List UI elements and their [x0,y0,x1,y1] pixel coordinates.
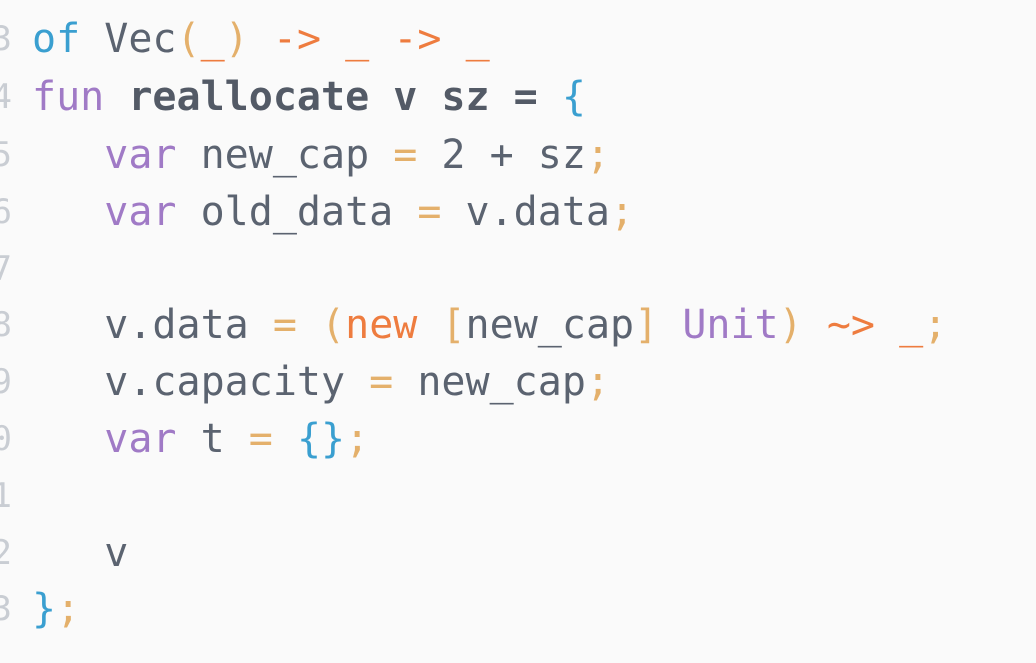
equals-operator: = [393,132,418,178]
line-number: 3 [0,589,12,629]
semicolon: ; [585,359,610,405]
paren: ( [176,16,201,62]
wildcard: _ [345,16,370,62]
line-number: 0 [0,419,12,459]
bracket: ] [634,302,659,348]
equals-operator: = [272,302,297,348]
keyword-var: var [104,189,177,235]
keyword-var: var [104,132,177,178]
line-number: 6 [0,192,12,232]
paren: ( [321,302,346,348]
semicolon: ; [585,132,611,178]
paren: ) [224,16,249,62]
code-line[interactable]: v.data = (new [new_cap] Unit) ~> _; [32,296,947,354]
wildcard: _ [200,16,225,62]
semicolon: ; [923,302,948,348]
code-line[interactable]: var new_cap = 2 + sz; [32,126,610,184]
equals-operator: = [417,189,442,235]
keyword-new: new [345,302,418,348]
return-value: v [104,530,129,576]
line-number: 1 [0,476,12,516]
keyword-of: of [32,16,81,62]
assignment-target: v.capacity [104,359,370,405]
code-line[interactable]: v.capacity = new_cap; [32,353,610,411]
line-number: 3 [0,19,12,59]
expression: v.data [441,189,611,235]
arrow-operator: -> [393,16,442,62]
line-number: 9 [0,362,12,402]
brace: {} [296,416,346,462]
semicolon: ; [345,416,370,462]
arrow-operator: -> [272,16,322,62]
code-line[interactable]: var t = {}; [32,410,369,468]
code-line[interactable]: of Vec(_) -> _ -> _ [32,10,490,68]
equals-operator: = [369,359,394,405]
keyword-var: var [104,416,177,462]
semicolon: ; [56,586,81,632]
function-declaration: reallocate v sz = [104,74,562,120]
line-number: 2 [0,533,12,573]
code-line[interactable]: var old_data = v.data; [32,183,634,241]
paren: ) [778,302,803,348]
variable-name: old_data [176,189,418,235]
bracket: [ [441,302,466,348]
variable-name: t [176,416,249,462]
line-number: 8 [0,305,12,345]
brace: } [32,586,57,632]
code-line[interactable]: fun reallocate v sz = { [32,68,586,126]
code-line[interactable]: v [32,524,128,582]
tilde-arrow-operator: ~> [826,302,875,348]
line-number: 7 [0,249,12,289]
line-number: 5 [0,135,12,175]
code-editor[interactable]: 3 4 5 6 7 8 9 0 1 2 3 of Vec(_) -> _ -> … [0,0,1036,663]
code-line[interactable]: }; [32,580,80,638]
type-name: Unit [682,302,779,348]
equals-operator: = [248,416,273,462]
expression: 2 + sz [417,132,586,178]
variable-ref: new_cap [465,302,635,348]
line-number-gutter: 3 4 5 6 7 8 9 0 1 2 3 [0,0,12,663]
wildcard: _ [899,302,924,348]
keyword-fun: fun [32,74,105,120]
expression: new_cap [393,359,586,405]
variable-name: new_cap [176,132,394,178]
assignment-target: v.data [104,302,273,348]
line-number: 4 [0,77,12,117]
type-name: Vec [104,16,177,62]
wildcard: _ [465,16,490,62]
brace: { [561,74,586,120]
semicolon: ; [610,189,635,235]
